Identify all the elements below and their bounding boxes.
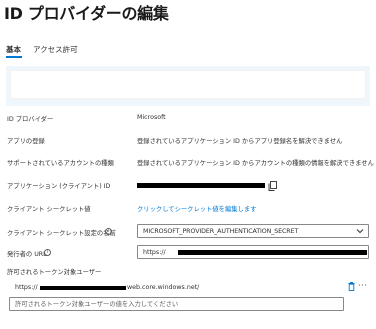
tab-basics[interactable]: 基本 <box>6 44 21 55</box>
allowed-audiences-label: 許可されるトークン対象ユーザー <box>7 269 102 276</box>
page-title: ID プロバイダーの編集 <box>4 4 169 23</box>
trash-icon[interactable] <box>348 282 355 291</box>
info-icon[interactable]: i <box>105 228 112 235</box>
idp-label: ID プロバイダー <box>7 116 54 123</box>
app-reg-label: アプリの登録 <box>7 138 45 145</box>
edit-secret-link[interactable]: クリックしてシークレット値を編集します <box>137 204 256 213</box>
idp-value: Microsoft <box>137 114 166 121</box>
copy-icon[interactable] <box>268 181 277 191</box>
allowed-audience-input[interactable] <box>9 297 344 311</box>
issuer-url-input[interactable]: https:// <box>137 245 369 259</box>
more-options-button[interactable]: ··· <box>151 3 164 14</box>
issuer-url-redacted <box>178 250 367 255</box>
issuer-label: 発行者の URL <box>7 251 47 258</box>
audience-value-redacted <box>40 286 126 290</box>
account-types-value: 登録されているアプリケーション ID からアカウントの種類の情報を解決できません <box>137 160 374 167</box>
secret-setting-dropdown[interactable]: MICROSOFT_PROVIDER_AUTHENTICATION_SECRET <box>137 224 369 238</box>
audience-more-button[interactable]: ··· <box>358 281 367 290</box>
audience-value-suffix: web.core.windows.net/ <box>127 284 200 291</box>
active-tab-indicator <box>6 56 22 58</box>
info-banner-content <box>10 70 366 99</box>
client-id-label: アプリケーション (クライアント) ID <box>7 183 111 190</box>
secret-setting-value: MICROSOFT_PROVIDER_AUTHENTICATION_SECRET <box>143 227 299 235</box>
app-reg-value: 登録されているアプリケーション ID からアプリ登録名を解決できません <box>137 138 343 145</box>
audience-value-prefix: https:// <box>15 284 38 291</box>
tab-permissions[interactable]: アクセス許可 <box>33 44 78 55</box>
info-icon[interactable]: i <box>44 249 51 256</box>
allowed-audience-text-field[interactable] <box>10 298 343 310</box>
chevron-down-icon <box>356 229 364 234</box>
client-secret-label: クライアント シークレット値 <box>7 206 91 213</box>
account-types-label: サポートされているアカウントの種類 <box>7 160 114 167</box>
client-id-redacted <box>137 183 265 188</box>
secret-setting-label: クライアント シークレット設定の名前 <box>7 230 116 237</box>
issuer-url-value: https:// <box>143 248 166 256</box>
